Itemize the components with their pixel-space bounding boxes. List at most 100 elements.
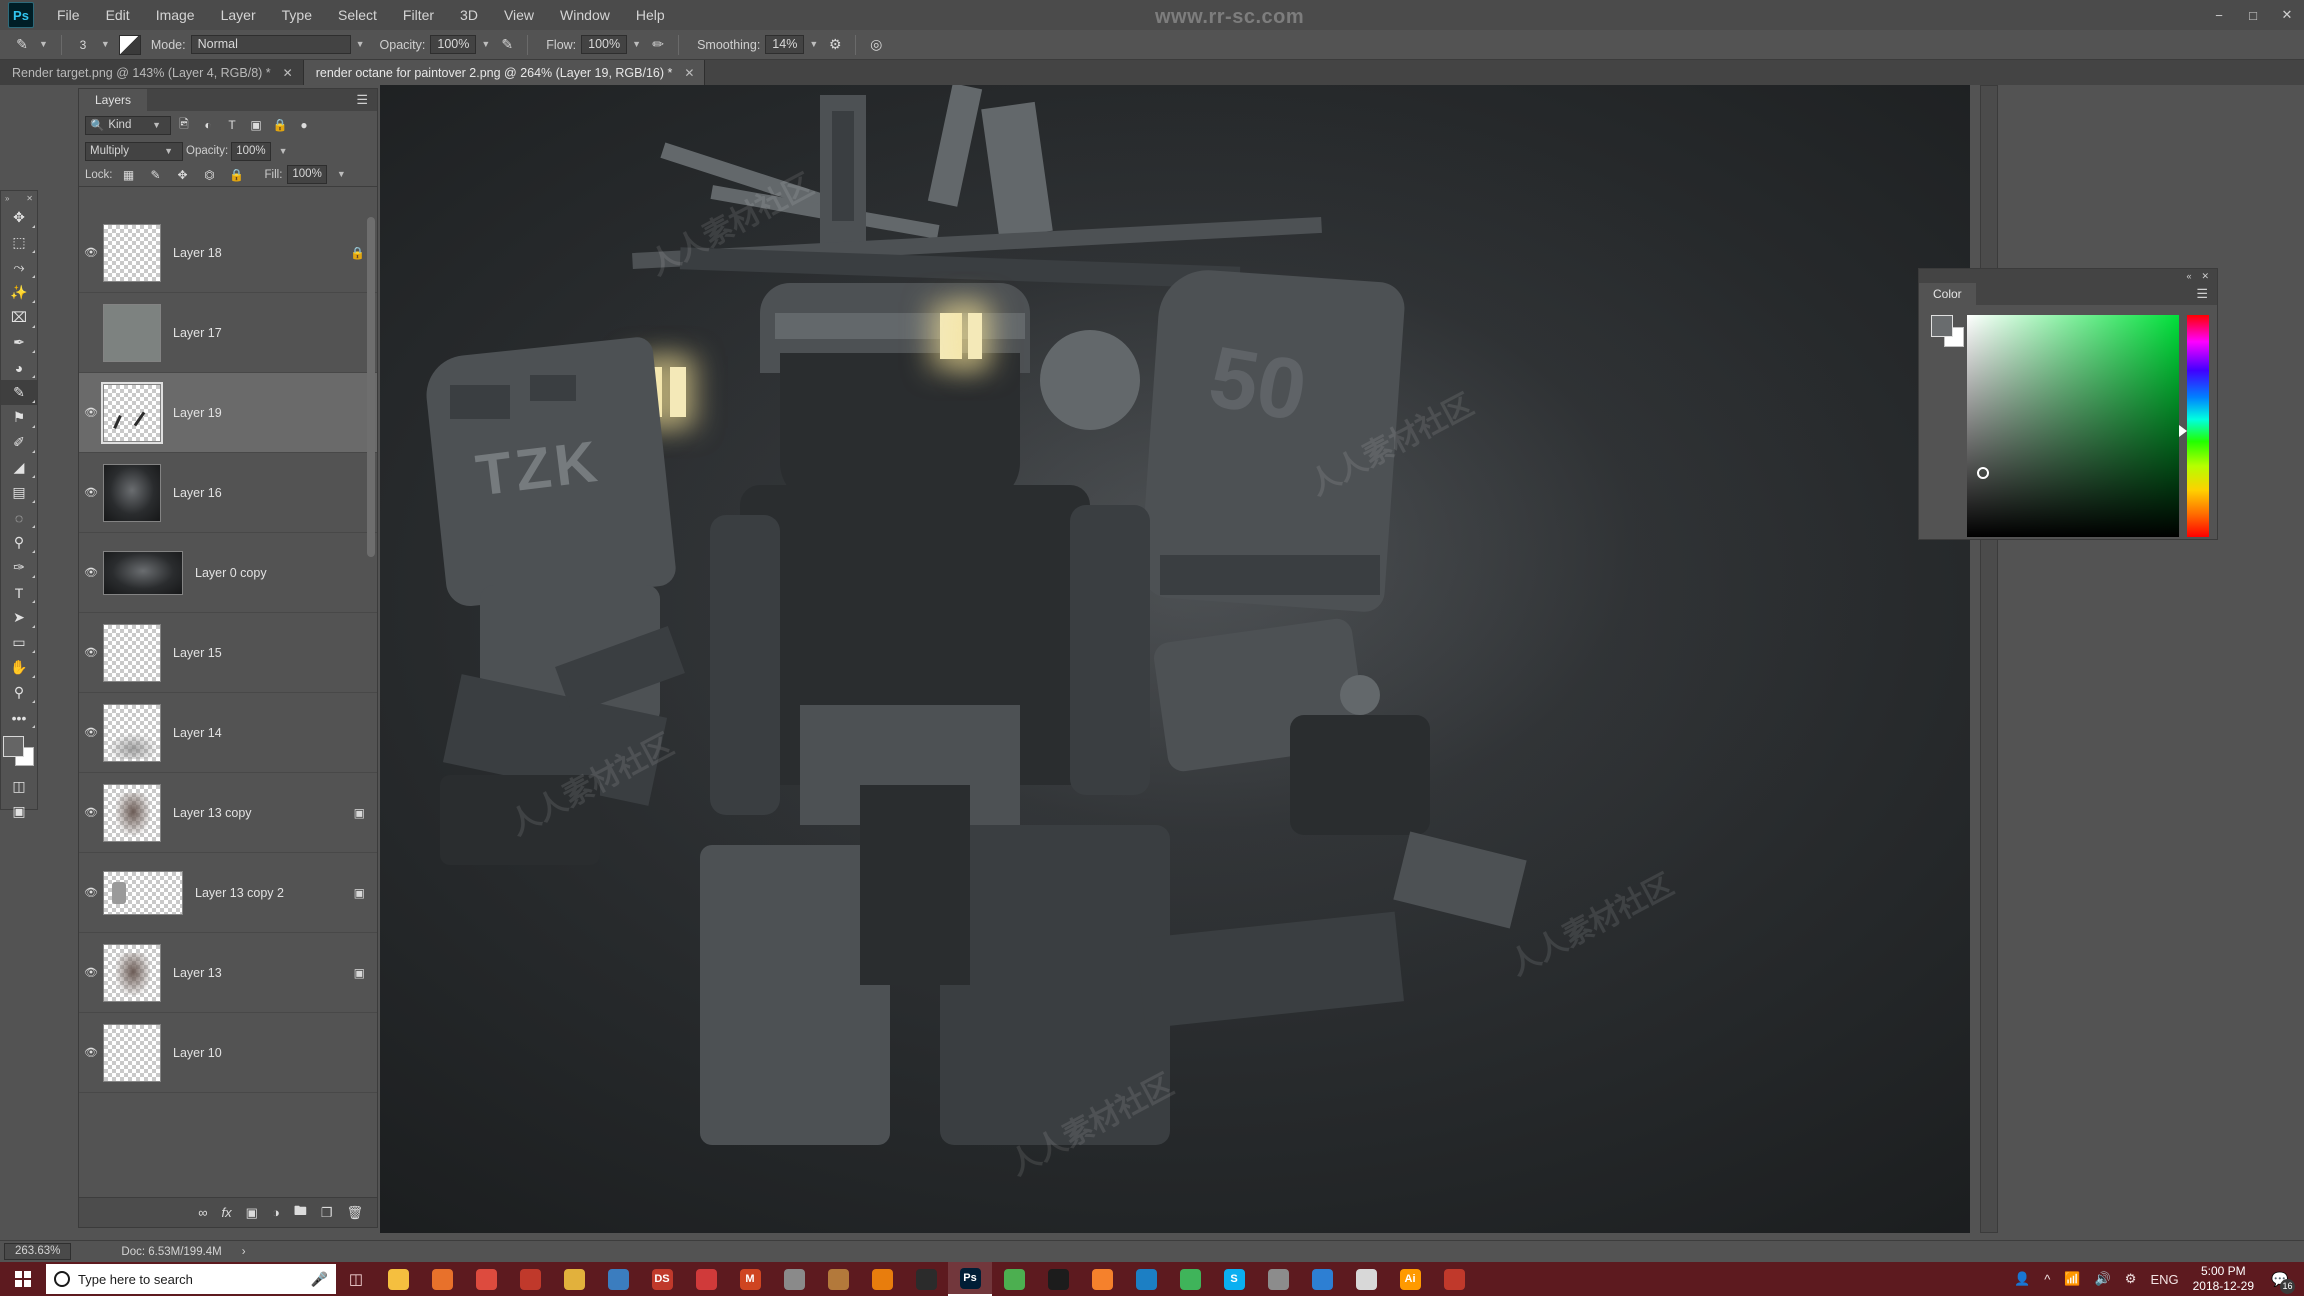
layer-row[interactable]: 👁 Layer 16: [79, 453, 377, 533]
right-panel-gutter[interactable]: [1980, 85, 1998, 1233]
layer-thumbnail[interactable]: [103, 303, 161, 362]
windows-start-icon[interactable]: [0, 1262, 46, 1296]
houdini-icon[interactable]: [1080, 1262, 1124, 1296]
menu-image[interactable]: Image: [143, 3, 208, 27]
opacity-input[interactable]: 100%: [430, 35, 477, 54]
quick-mask-icon[interactable]: ◫: [1, 774, 37, 799]
path-selection-tool[interactable]: ➤: [1, 605, 37, 630]
layer-opacity-input[interactable]: 100%: [231, 141, 271, 161]
redshift-icon[interactable]: [1432, 1262, 1476, 1296]
layer-thumbnail[interactable]: [103, 943, 161, 1002]
brush-preset-swatch[interactable]: [118, 34, 141, 55]
fill-input[interactable]: 100%: [287, 165, 327, 184]
pressure-opacity-icon[interactable]: ✎: [495, 34, 519, 56]
layer-row[interactable]: Layer 17: [79, 293, 377, 373]
menu-select[interactable]: Select: [325, 3, 390, 27]
foreground-color-swatch[interactable]: [1931, 315, 1953, 337]
layer-style-fx-icon[interactable]: fx: [222, 1205, 232, 1220]
firefox-icon[interactable]: [420, 1262, 464, 1296]
layer-name[interactable]: Layer 15: [173, 646, 377, 660]
link-layers-icon[interactable]: ∞: [198, 1205, 207, 1220]
flow-input[interactable]: 100%: [581, 35, 628, 54]
layer-name[interactable]: Layer 17: [173, 326, 377, 340]
foreground-background-color[interactable]: [3, 736, 35, 766]
type-filter-icon[interactable]: T: [221, 115, 243, 135]
layer-list[interactable]: 👁 Layer 18 🔒 Layer 17 👁 Layer 19 👁 Layer 16 👁 Lay…: [79, 213, 377, 1193]
substance-icon[interactable]: [816, 1262, 860, 1296]
maximize-button[interactable]: □: [2236, 0, 2270, 30]
eraser-tool[interactable]: ◢: [1, 455, 37, 480]
layer-name[interactable]: Layer 13: [173, 966, 354, 980]
layer-row[interactable]: 👁 Layer 13 copy ▣: [79, 773, 377, 853]
lock-image-pixels-icon[interactable]: ✎: [145, 165, 167, 185]
gear-icon[interactable]: ⚙: [823, 34, 847, 56]
zbrush2-icon[interactable]: [1256, 1262, 1300, 1296]
status-expand-arrow-icon[interactable]: ›: [232, 1246, 256, 1258]
color-picker-field[interactable]: [1967, 315, 2179, 537]
lock-position-icon[interactable]: ✥: [172, 165, 194, 185]
layer-visibility-icon[interactable]: 👁: [79, 806, 103, 819]
brush-tool[interactable]: ✎: [1, 380, 37, 405]
layer-row[interactable]: 👁 Layer 13 ▣: [79, 933, 377, 1013]
airbrush-icon[interactable]: ✏: [646, 34, 670, 56]
chevron-down-icon[interactable]: ▼: [159, 142, 178, 161]
layer-name[interactable]: Layer 0 copy: [195, 566, 377, 580]
smoothing-input[interactable]: 14%: [765, 35, 805, 54]
gradient-tool[interactable]: ▤: [1, 480, 37, 505]
lock-artboard-icon[interactable]: ⏣: [199, 165, 221, 185]
layer-visibility-icon[interactable]: 👁: [79, 726, 103, 739]
layer-name[interactable]: Layer 14: [173, 726, 377, 740]
hue-slider[interactable]: [2187, 315, 2209, 537]
spot-healing-brush-tool[interactable]: ◕: [1, 355, 37, 380]
layer-name[interactable]: Layer 19: [173, 406, 377, 420]
menu-layer[interactable]: Layer: [208, 3, 269, 27]
zbrush-icon[interactable]: [508, 1262, 552, 1296]
tab-color[interactable]: Color: [1919, 283, 1976, 305]
canvas-area[interactable]: TZK 50: [380, 85, 1970, 1233]
marmoset-icon[interactable]: [772, 1262, 816, 1296]
clock[interactable]: 5:00 PM 2018-12-29: [2193, 1264, 2254, 1294]
close-icon[interactable]: ✕: [283, 66, 293, 80]
layer-thumbnail[interactable]: [103, 870, 183, 915]
layer-visibility-icon[interactable]: 👁: [79, 406, 103, 419]
document-tab-render-octane[interactable]: render octane for paintover 2.png @ 264%…: [303, 60, 706, 85]
layer-row[interactable]: 👁 Layer 18 🔒: [79, 213, 377, 293]
layer-blend-mode-select[interactable]: Multiply ▼: [85, 141, 183, 161]
pen-tool[interactable]: ✑: [1, 555, 37, 580]
layer-visibility-icon[interactable]: 👁: [79, 486, 103, 499]
layer-row[interactable]: 👁 Layer 19: [79, 373, 377, 453]
ndo-icon[interactable]: [1168, 1262, 1212, 1296]
pixel-filter-icon[interactable]: 🖻: [173, 115, 195, 135]
zoom-level-input[interactable]: 263.63%: [4, 1243, 72, 1260]
blender-icon[interactable]: [860, 1262, 904, 1296]
layer-thumbnail[interactable]: [103, 463, 161, 522]
new-layer-icon[interactable]: ❐: [321, 1205, 333, 1221]
menu-window[interactable]: Window: [547, 3, 623, 27]
layer-name[interactable]: Layer 10: [173, 1046, 377, 1060]
illustrator-icon[interactable]: Ai: [1388, 1262, 1432, 1296]
people-icon[interactable]: 👤: [2014, 1271, 2030, 1287]
magic-wand-tool[interactable]: ✨: [1, 280, 37, 305]
opera-icon[interactable]: [684, 1262, 728, 1296]
smart-object-filter-icon[interactable]: 🔒: [269, 115, 291, 135]
close-button[interactable]: ✕: [2270, 0, 2304, 30]
history-brush-tool[interactable]: ✐: [1, 430, 37, 455]
layer-visibility-icon[interactable]: 👁: [79, 246, 103, 259]
file-explorer-icon[interactable]: [376, 1262, 420, 1296]
foreground-color-swatch[interactable]: [3, 736, 24, 757]
close-icon[interactable]: ✕: [26, 194, 33, 203]
layer-visibility-icon[interactable]: 👁: [79, 1046, 103, 1059]
filter-kind-select[interactable]: 🔍 Kind ▼: [85, 115, 171, 135]
layer-thumbnail[interactable]: [103, 783, 161, 842]
brush-preset-chevron-icon[interactable]: ▼: [34, 35, 53, 54]
new-group-icon[interactable]: 🖿: [294, 1202, 307, 1224]
new-adjustment-layer-icon[interactable]: ◑: [272, 1205, 280, 1220]
opacity-chevron-icon[interactable]: ▼: [476, 35, 495, 54]
chevron-down-icon[interactable]: ▼: [274, 142, 293, 161]
folder-icon[interactable]: [552, 1262, 596, 1296]
layer-row[interactable]: 👁 Layer 14: [79, 693, 377, 773]
minimize-button[interactable]: −: [2202, 0, 2236, 30]
mode-chevron-icon[interactable]: ▼: [351, 35, 370, 54]
close-icon[interactable]: ✕: [684, 66, 694, 80]
notifications-icon[interactable]: 💬 16: [2268, 1267, 2295, 1294]
